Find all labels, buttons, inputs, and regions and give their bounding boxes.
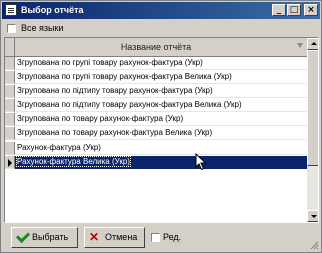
select-button-label: Выбрать [32,232,69,242]
row-label: Рахунок-фактура Велика (Укр) [16,156,131,167]
row-label: Згрупована по групі товару рахунок-факту… [17,72,232,81]
mouse-cursor-icon [195,153,207,171]
table-row[interactable]: Згрупована по підтипу товару рахунок-фак… [5,99,307,112]
scroll-up-button[interactable] [307,38,318,50]
filter-icon[interactable] [297,43,303,48]
arrow-down-icon [311,215,317,218]
table-row[interactable]: Згрупована по товару рахунок-фактура (Ук… [5,113,307,126]
current-row-arrow-icon [8,159,12,167]
resize-grip-icon[interactable] [309,240,319,250]
row-indicator [5,57,15,70]
report-select-window: Выбор отчёта _ □ × Все языки Название от… [0,0,322,253]
row-indicator [5,142,15,155]
window-title: Выбор отчёта [21,5,84,15]
button-bar: Выбрать ✕ Отмена Ред. [4,225,319,251]
scroll-down-button[interactable] [307,210,318,222]
close-x-icon: ✕ [89,230,100,244]
table-row-selected[interactable]: Рахунок-фактура Велика (Укр) [5,156,307,169]
indicator-header [5,38,15,56]
all-languages-label: Все языки [21,23,64,33]
select-button[interactable]: Выбрать [11,227,78,248]
row-label: Згрупована по товару рахунок-фактура Вел… [17,128,213,137]
table-row[interactable]: Рахунок-фактура (Укр) [5,142,307,155]
arrow-up-icon [311,42,317,45]
row-indicator [5,71,15,84]
grid-header: Название отчёта [5,38,307,57]
scroll-thumb[interactable] [307,50,318,166]
table-row[interactable]: Згрупована по групі товару рахунок-факту… [5,57,307,70]
report-grid[interactable]: Название отчёта Згрупована по групі това… [4,37,319,223]
cancel-button-label: Отмена [105,232,138,242]
row-label: Згрупована по підтипу товару рахунок-фак… [17,100,242,109]
column-header-report-name[interactable]: Название отчёта [15,42,297,52]
row-indicator [5,156,15,169]
row-label: Згрупована по товару рахунок-фактура (Ук… [17,114,184,123]
row-indicator [5,113,15,126]
window-icon [5,4,17,16]
maximize-button[interactable]: □ [287,4,301,16]
table-row[interactable]: Згрупована по групі товару рахунок-факту… [5,71,307,84]
row-indicator [5,85,15,98]
vertical-scrollbar[interactable] [307,38,318,222]
cancel-button[interactable]: ✕ Отмена [84,227,145,248]
title-bar[interactable]: Выбор отчёта _ □ × [2,2,320,19]
row-indicator [5,99,15,112]
checkmark-icon [15,228,31,244]
close-button[interactable]: × [304,4,318,16]
table-row[interactable]: Згрупована по підтипу товару рахунок-фак… [5,85,307,98]
row-label: Згрупована по групі товару рахунок-факту… [17,58,203,67]
row-indicator [5,127,15,140]
minimize-button[interactable]: _ [272,4,286,16]
edit-checkbox[interactable] [151,233,160,242]
all-languages-checkbox[interactable] [7,24,16,33]
table-row[interactable]: Згрупована по товару рахунок-фактура Вел… [5,127,307,140]
edit-checkbox-label: Ред. [163,232,182,242]
row-label: Згрупована по підтипу товару рахунок-фак… [17,86,213,95]
row-label: Рахунок-фактура (Укр) [17,143,101,152]
